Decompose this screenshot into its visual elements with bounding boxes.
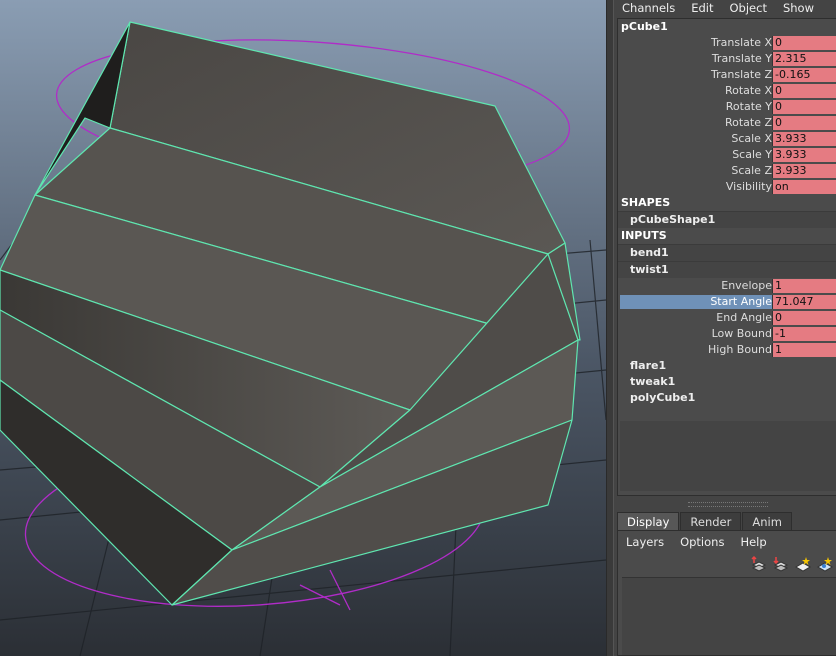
input-node-flare[interactable]: flare1: [618, 358, 836, 374]
input-node-tweak[interactable]: tweak1: [618, 374, 836, 390]
panel-splitter[interactable]: [606, 0, 614, 656]
attr-label: Rotate Z: [724, 116, 772, 129]
input-node-polycube[interactable]: polyCube1: [618, 390, 836, 406]
attr-label: Translate Y: [711, 52, 772, 65]
attr-value-field[interactable]: -0.165: [772, 68, 836, 82]
attr-value-field[interactable]: 3.933: [772, 148, 836, 162]
attr-label: Scale X: [731, 132, 772, 145]
attr-rotate-x[interactable]: Rotate X0: [618, 83, 836, 99]
tab-display[interactable]: Display: [617, 512, 680, 530]
layer-editor-menubar: Layers Options Help: [618, 531, 836, 553]
menu-help[interactable]: Help: [732, 535, 774, 549]
shapes-header: SHAPES: [621, 196, 671, 209]
attr-envelope[interactable]: Envelope 1: [618, 278, 836, 294]
attr-label: Rotate Y: [725, 100, 772, 113]
menu-object[interactable]: Object: [722, 1, 775, 15]
attr-translate-z[interactable]: Translate Z -0.165: [618, 67, 836, 83]
attr-rotate-y[interactable]: Rotate Y0: [618, 99, 836, 115]
attr-label: Scale Z: [731, 164, 772, 177]
twisted-cube-mesh[interactable]: [0, 21, 581, 606]
attr-value-field[interactable]: 2.315: [772, 52, 836, 66]
attr-label: Translate Z: [711, 68, 772, 81]
object-name[interactable]: pCube1: [618, 19, 836, 35]
attr-visibility[interactable]: Visibility on: [618, 179, 836, 195]
layer-editor-tabs: Display Render Anim: [617, 512, 793, 530]
attr-value-field[interactable]: 3.933: [772, 132, 836, 146]
inputs-header: INPUTS: [621, 229, 667, 242]
attr-label: Envelope: [721, 279, 772, 292]
attr-value-field[interactable]: 0: [772, 84, 836, 98]
move-layer-up-icon[interactable]: [750, 555, 768, 573]
channel-list: pCube1 Translate X0 Translate Y 2.315 Tra…: [617, 18, 836, 496]
attr-value-field[interactable]: on: [772, 180, 836, 194]
menu-show[interactable]: Show: [775, 1, 822, 15]
input-node-twist[interactable]: twist1: [618, 261, 836, 278]
attr-label: Visibility: [725, 180, 772, 193]
menu-layers[interactable]: Layers: [618, 535, 672, 549]
layer-toolbar: [618, 553, 836, 575]
attr-label: Low Bound: [711, 327, 772, 340]
attr-value-field[interactable]: 0: [772, 100, 836, 114]
attr-high-bound[interactable]: High Bound 1: [618, 342, 836, 358]
attr-value-field[interactable]: 1: [772, 279, 836, 293]
menu-edit[interactable]: Edit: [683, 1, 721, 15]
attr-value-field[interactable]: 1: [772, 343, 836, 357]
attr-value-field[interactable]: 0: [772, 311, 836, 325]
move-layer-down-icon[interactable]: [772, 555, 790, 573]
layer-list: [622, 577, 836, 655]
menu-options[interactable]: Options: [672, 535, 732, 549]
attr-value-field[interactable]: 0: [772, 36, 836, 50]
pane-resize-grip[interactable]: [617, 498, 836, 510]
attr-label: End Angle: [716, 311, 772, 324]
attr-translate-y[interactable]: Translate Y 2.315: [618, 51, 836, 67]
attr-scale-y[interactable]: Scale Y 3.933: [618, 147, 836, 163]
shape-node[interactable]: pCubeShape1: [618, 211, 836, 228]
tab-anim[interactable]: Anim: [742, 512, 792, 530]
menu-channels[interactable]: Channels: [614, 1, 683, 15]
attr-label: Start Angle: [710, 295, 772, 308]
attr-value-field[interactable]: 71.047: [772, 295, 836, 309]
attr-value-field[interactable]: 3.933: [772, 164, 836, 178]
attr-scale-x[interactable]: Scale X 3.933: [618, 131, 836, 147]
attr-label: Scale Y: [732, 148, 772, 161]
attr-label: High Bound: [708, 343, 772, 356]
attr-start-angle[interactable]: Start Angle 71.047: [618, 294, 836, 310]
layer-editor: Layers Options Help: [617, 530, 836, 656]
attr-translate-x[interactable]: Translate X0: [618, 35, 836, 51]
attr-rotate-z[interactable]: Rotate Z0: [618, 115, 836, 131]
attr-value-field[interactable]: -1: [772, 327, 836, 341]
tab-render[interactable]: Render: [680, 512, 742, 530]
attr-low-bound[interactable]: Low Bound -1: [618, 326, 836, 342]
channel-list-empty-area: [620, 421, 836, 491]
attr-end-angle[interactable]: End Angle 0: [618, 310, 836, 326]
channel-box: Channels Edit Object Show pCube1 Transla…: [614, 0, 836, 656]
attr-label: Rotate X: [724, 84, 772, 97]
attr-label: Translate X: [711, 36, 772, 49]
channel-box-menubar: Channels Edit Object Show: [614, 0, 836, 16]
new-layer-icon[interactable]: [794, 555, 812, 573]
3d-viewport[interactable]: [0, 0, 606, 656]
input-node-bend[interactable]: bend1: [618, 244, 836, 261]
attr-value-field[interactable]: 0: [772, 116, 836, 130]
new-layer-from-selection-icon[interactable]: [816, 555, 834, 573]
attr-scale-z[interactable]: Scale Z 3.933: [618, 163, 836, 179]
